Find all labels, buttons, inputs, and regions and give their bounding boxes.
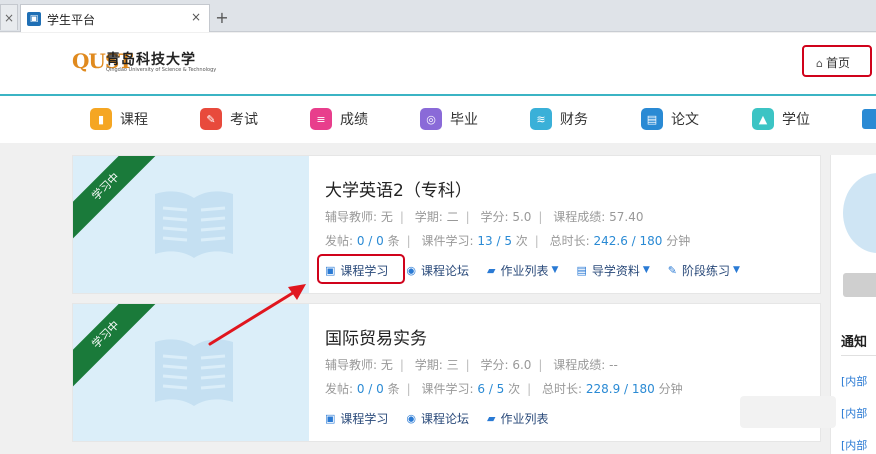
- wechat-icon: [566, 402, 592, 424]
- profile-button[interactable]: [843, 273, 876, 297]
- notice-title: 通知: [841, 335, 868, 350]
- profile-avatar: [843, 173, 876, 253]
- right-sidebar: 通知 [内部 [内部 [内部: [830, 155, 876, 454]
- watermark-blur: [740, 396, 836, 428]
- wechat-watermark: 微信号: linyid: [566, 398, 695, 428]
- annotation-arrow: [208, 284, 306, 346]
- divider: [841, 355, 876, 356]
- watermark-text: 微信号: linyid: [600, 404, 696, 423]
- notice-link[interactable]: [内部: [841, 405, 867, 421]
- notice-link[interactable]: [内部: [841, 373, 867, 389]
- notice-link[interactable]: [内部: [841, 437, 867, 453]
